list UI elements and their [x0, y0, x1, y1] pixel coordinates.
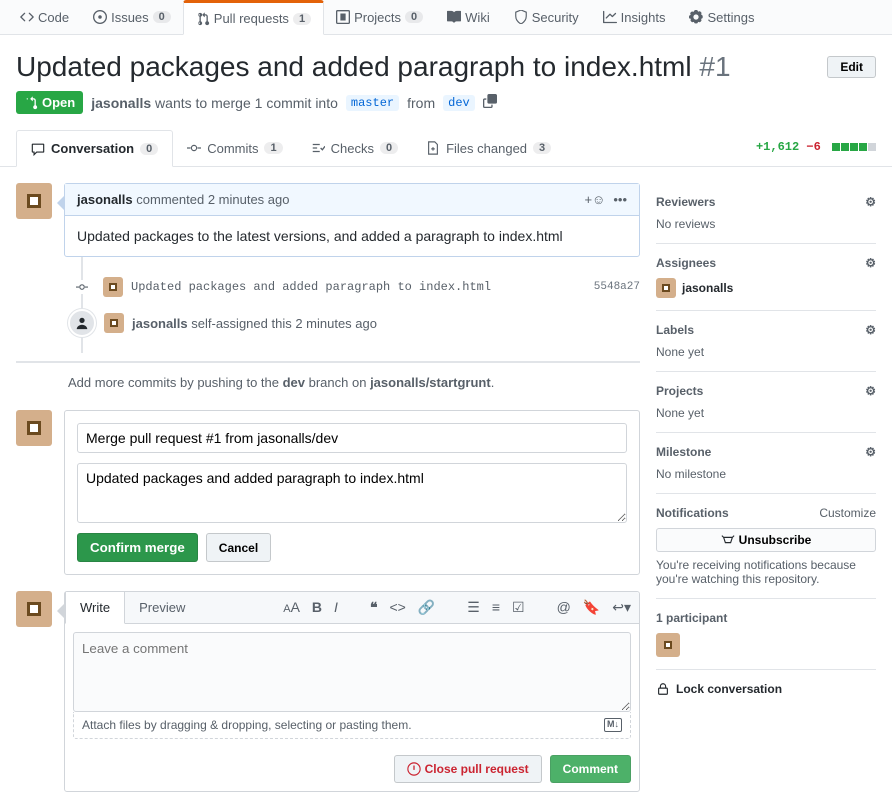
italic-icon[interactable]: I	[334, 599, 338, 616]
confirm-merge-button[interactable]: Confirm merge	[77, 533, 198, 562]
tab-wiki[interactable]: Wiki	[435, 0, 502, 34]
add-reaction-icon[interactable]: +☺	[584, 192, 605, 207]
tab-settings[interactable]: Settings	[677, 0, 766, 34]
cancel-merge-button[interactable]: Cancel	[206, 533, 271, 562]
pr-title: Updated packages and added paragraph to …	[16, 51, 731, 83]
diffstat: +1,612 −6	[756, 130, 876, 166]
tab-projects[interactable]: Projects0	[324, 0, 435, 34]
state-open-badge: Open	[16, 91, 83, 114]
close-pr-button[interactable]: Close pull request	[394, 755, 542, 783]
base-branch[interactable]: master	[346, 95, 399, 111]
participant-avatar[interactable]	[656, 633, 680, 657]
subtab-files[interactable]: Files changed3	[412, 130, 565, 166]
customize-link[interactable]: Customize	[819, 506, 876, 520]
heading-icon[interactable]: AA	[283, 599, 300, 616]
ul-icon[interactable]: ☰	[467, 599, 480, 616]
gear-icon[interactable]: ⚙	[865, 445, 876, 459]
code-icon[interactable]: <>	[389, 599, 405, 616]
link-icon[interactable]: 🔗	[418, 599, 435, 616]
commit-icon	[75, 280, 89, 294]
repo-tabnav: Code Issues0 Pull requests1 Projects0 Wi…	[0, 0, 892, 35]
avatar	[104, 313, 124, 333]
new-comment-box: Write Preview AA B I ❝ <> 🔗 ☰ ≡ ☑ @	[64, 591, 640, 792]
comment-body: Updated packages to the latest versions,…	[65, 216, 639, 256]
head-branch[interactable]: dev	[443, 95, 475, 111]
edit-button[interactable]: Edit	[827, 56, 876, 78]
notification-reason: You're receiving notifications because y…	[656, 558, 876, 586]
commit-row[interactable]: Updated packages and added paragraph to …	[103, 273, 640, 301]
comment-button[interactable]: Comment	[550, 755, 631, 783]
reviewers-heading: Reviewers	[656, 195, 715, 209]
preview-tab[interactable]: Preview	[125, 592, 199, 623]
unsubscribe-button[interactable]: Unsubscribe	[656, 528, 876, 552]
tab-security[interactable]: Security	[502, 0, 591, 34]
gear-icon[interactable]: ⚙	[865, 256, 876, 270]
projects-body: None yet	[656, 406, 876, 420]
bookmark-icon[interactable]: 🔖	[583, 599, 600, 616]
labels-body: None yet	[656, 345, 876, 359]
subtab-conversation[interactable]: Conversation0	[16, 130, 173, 167]
avatar	[103, 277, 123, 297]
tab-code[interactable]: Code	[8, 0, 81, 34]
avatar[interactable]	[16, 183, 52, 219]
gear-icon[interactable]: ⚙	[865, 384, 876, 398]
bold-icon[interactable]: B	[312, 599, 322, 616]
sidebar: Reviewers ⚙ No reviews Assignees ⚙ jasonal…	[656, 183, 876, 792]
task-icon[interactable]: ☑	[512, 599, 525, 616]
ol-icon[interactable]: ≡	[492, 599, 500, 616]
kebab-icon[interactable]: •••	[613, 192, 627, 207]
markdown-icon[interactable]: M↓	[604, 718, 622, 732]
self-assign-event: jasonalls self-assigned this 2 minutes a…	[103, 301, 640, 345]
pr-status-row: Open jasonalls wants to merge 1 commit i…	[0, 83, 892, 130]
merge-title-input[interactable]	[77, 423, 627, 453]
mention-icon[interactable]: @	[557, 599, 571, 616]
assignee-row[interactable]: jasonalls	[656, 278, 876, 298]
gear-icon[interactable]: ⚙	[865, 195, 876, 209]
gear-icon[interactable]: ⚙	[865, 323, 876, 337]
first-comment: jasonalls commented 2 minutes ago +☺ •••…	[64, 183, 640, 257]
lock-conversation[interactable]: Lock conversation	[656, 670, 876, 696]
person-icon	[68, 309, 96, 337]
milestone-body: No milestone	[656, 467, 876, 481]
tab-issues[interactable]: Issues0	[81, 0, 183, 34]
push-hint: Add more commits by pushing to the dev b…	[16, 361, 640, 402]
copy-icon[interactable]	[483, 94, 497, 111]
projects-heading: Projects	[656, 384, 703, 398]
quote-icon[interactable]: ❝	[370, 599, 378, 616]
attach-hint[interactable]: Attach files by dragging & dropping, sel…	[73, 712, 631, 739]
tab-pull-requests[interactable]: Pull requests1	[183, 0, 324, 35]
tab-insights[interactable]: Insights	[591, 0, 678, 34]
reply-icon[interactable]: ↩▾	[612, 599, 631, 616]
merge-confirmation: Updated packages and added paragraph to …	[64, 410, 640, 575]
subtab-checks[interactable]: Checks0	[297, 130, 412, 166]
comment-textarea[interactable]	[73, 632, 631, 712]
write-tab[interactable]: Write	[65, 592, 125, 624]
merge-body-input[interactable]: Updated packages and added paragraph to …	[77, 463, 627, 523]
subtab-commits[interactable]: Commits1	[173, 130, 296, 166]
notifications-heading: Notifications	[656, 506, 729, 520]
participants-heading: 1 participant	[656, 611, 727, 625]
assignees-heading: Assignees	[656, 256, 716, 270]
md-toolbar: AA B I ❝ <> 🔗 ☰ ≡ ☑ @ 🔖 ↩▾	[283, 599, 631, 616]
labels-heading: Labels	[656, 323, 694, 337]
milestone-heading: Milestone	[656, 445, 711, 459]
avatar[interactable]	[16, 410, 52, 446]
reviewers-body: No reviews	[656, 217, 876, 231]
avatar[interactable]	[16, 591, 52, 627]
